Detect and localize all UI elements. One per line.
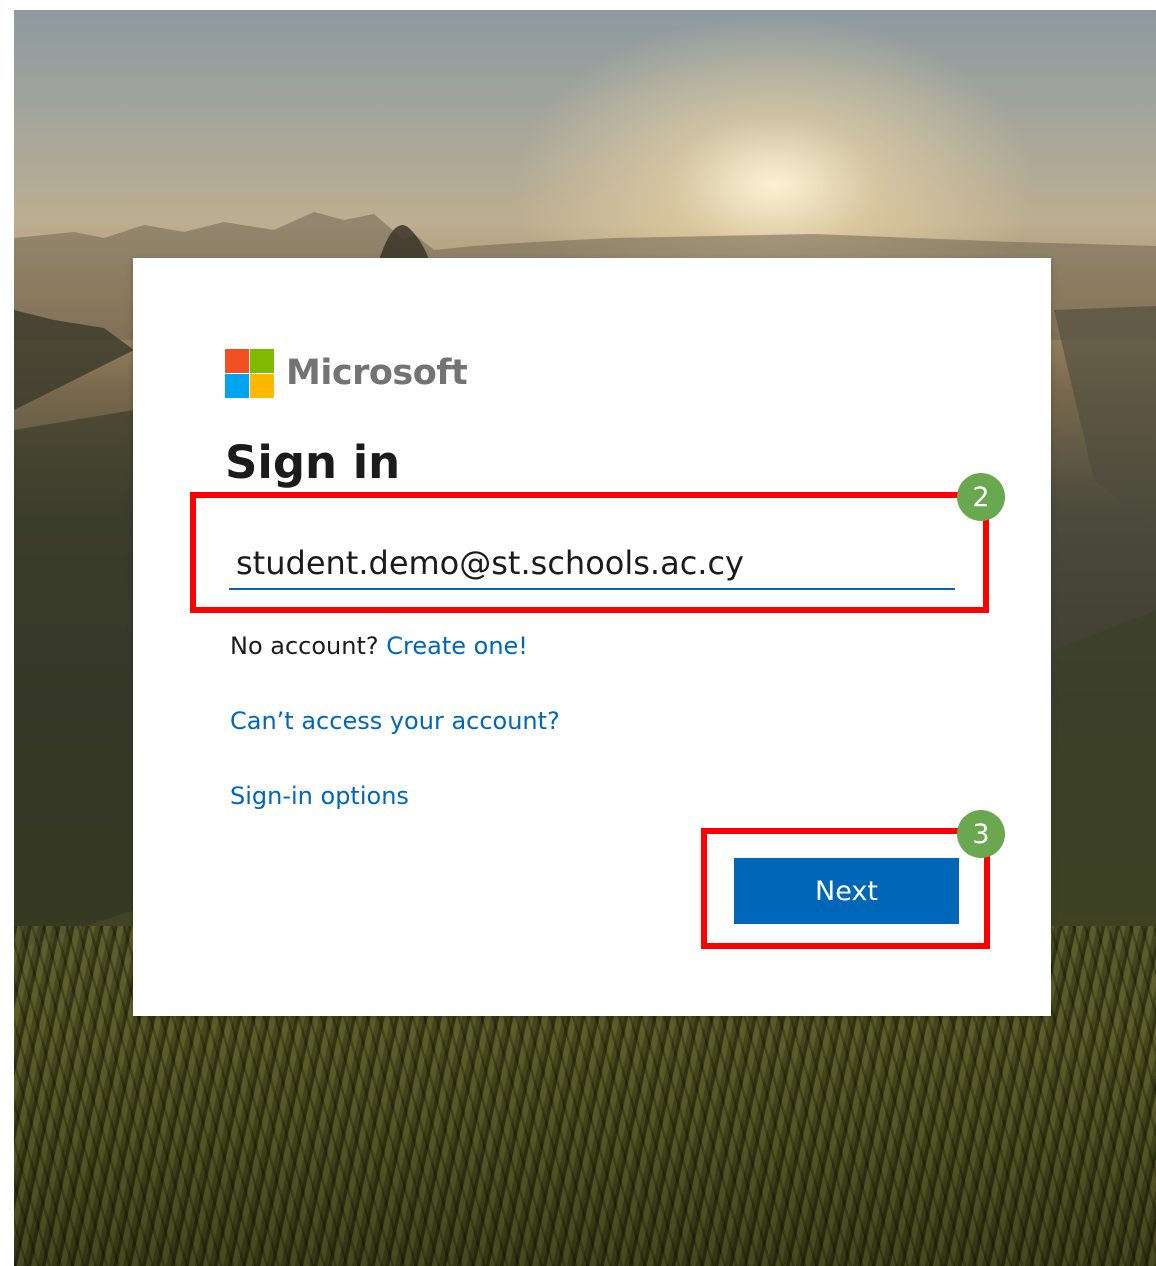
no-account-row: No account? Create one! (230, 632, 528, 660)
cant-access-account-link[interactable]: Can’t access your account? (230, 707, 560, 735)
microsoft-logo-icon (225, 349, 274, 398)
logo-square-yellow (250, 374, 274, 398)
page-title: Sign in (225, 436, 401, 489)
next-highlight-box (701, 828, 990, 949)
logo-square-blue (225, 374, 249, 398)
logo-square-green (250, 349, 274, 373)
no-account-text: No account? (230, 632, 379, 660)
logo-square-red (225, 349, 249, 373)
create-account-link[interactable]: Create one! (386, 632, 528, 660)
step-3-badge: 3 (957, 810, 1005, 858)
signin-options-link[interactable]: Sign-in options (230, 782, 409, 810)
logo-text: Microsoft (286, 353, 468, 393)
microsoft-logo: Microsoft (225, 349, 468, 398)
email-highlight-box (190, 492, 989, 613)
step-2-badge: 2 (957, 473, 1005, 521)
